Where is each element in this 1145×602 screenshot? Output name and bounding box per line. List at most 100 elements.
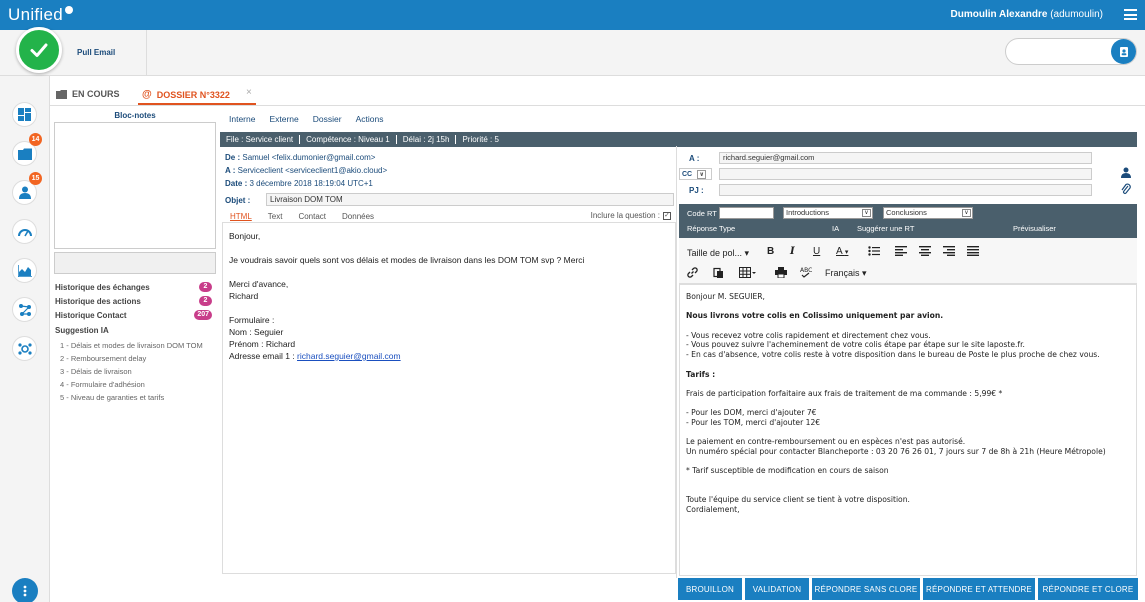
suggest-rt-button[interactable]: Suggérer une RT <box>857 224 914 233</box>
reply-line: - Vous pouvez suivre l'acheminement de v… <box>686 340 1025 350</box>
message-panel: Interne Externe Dossier Actions De : Sam… <box>222 106 677 602</box>
sidebar: 14 15 <box>0 76 50 602</box>
settings-network-icon[interactable] <box>12 336 37 361</box>
search-input[interactable] <box>1005 38 1137 65</box>
code-rt-label: Code RT <box>687 209 717 218</box>
count-badge: 2 <box>199 296 212 306</box>
reply-line: Le paiement en contre-remboursement ou e… <box>686 437 966 447</box>
chart-icon[interactable] <box>12 258 37 283</box>
subtab-dossier[interactable]: Dossier <box>313 114 342 124</box>
body-line <box>229 243 669 255</box>
subject-field[interactable]: Livraison DOM TOM <box>266 193 674 206</box>
font-color-button[interactable]: A ▾ <box>836 246 848 257</box>
subtab-externe[interactable]: Externe <box>269 114 298 124</box>
response-type-label[interactable]: Réponse Type <box>687 224 735 233</box>
history-actions[interactable]: Historique des actions 2 <box>55 296 215 306</box>
subtab-interne[interactable]: Interne <box>229 114 255 124</box>
user-name[interactable]: Dumoulin Alexandre (adumoulin) <box>951 9 1103 20</box>
reply-and-close-button[interactable]: RÉPONDRE ET CLORE <box>1038 578 1138 600</box>
status-check-icon[interactable] <box>16 27 62 73</box>
svg-text:ABC: ABC <box>800 267 812 274</box>
reply-line <box>686 476 1130 486</box>
reply-line <box>686 399 1130 409</box>
contact-book-icon[interactable] <box>1111 39 1136 64</box>
reply-and-wait-button[interactable]: RÉPONDRE ET ATTENDRE <box>923 578 1035 600</box>
email-link[interactable]: richard.seguier@gmail.com <box>297 351 401 361</box>
reply-line <box>686 428 1130 438</box>
font-size-select[interactable]: Taille de pol... ▾ <box>687 248 749 259</box>
menu-icon[interactable] <box>1124 9 1137 20</box>
cc-select[interactable]: CC ∨ <box>679 168 712 180</box>
underline-button[interactable]: U <box>813 246 820 257</box>
reply-line: * Tarif susceptible de modification en c… <box>686 466 889 476</box>
notes-resize-field[interactable] <box>54 252 216 274</box>
notes-textarea[interactable] <box>54 122 216 249</box>
tab-text[interactable]: Text <box>268 212 283 221</box>
chevron-down-icon: ∨ <box>697 169 707 179</box>
gauge-icon[interactable] <box>12 219 37 244</box>
suggestion-item[interactable]: 5 - Niveau de garanties et tarifs <box>60 393 164 402</box>
conclusions-select[interactable]: Conclusions ∨ <box>883 207 973 219</box>
include-question[interactable]: Inclure la question : ✓ <box>591 211 671 220</box>
more-options-icon[interactable] <box>12 578 38 602</box>
draft-button[interactable]: BROUILLON <box>678 578 742 600</box>
person-badge: 15 <box>29 172 42 185</box>
code-rt-input[interactable] <box>719 207 774 219</box>
tab-donnees[interactable]: Données <box>342 212 374 221</box>
network-icon[interactable] <box>12 297 37 322</box>
date-row: Date : 3 décembre 2018 18:19:04 UTC+1 <box>225 179 373 188</box>
history-exchanges[interactable]: Historique des échanges 2 <box>55 282 215 292</box>
pull-email-button[interactable]: Pull Email <box>77 48 115 57</box>
italic-button[interactable]: I <box>790 246 795 257</box>
history-contact[interactable]: Historique Contact 207 <box>55 310 215 320</box>
suggestion-item[interactable]: 1 - Délais et modes de livraison DOM TOM <box>60 341 203 350</box>
add-contact-icon[interactable] <box>1121 167 1131 181</box>
divider <box>146 30 147 76</box>
paste-icon[interactable] <box>713 267 724 281</box>
preview-button[interactable]: Prévisualiser <box>1013 224 1056 233</box>
editor-toolbar: Taille de pol... ▾ B I U A ▾ ABC Françai… <box>679 238 1137 284</box>
justify-icon[interactable] <box>967 246 979 259</box>
tab-en-cours[interactable]: EN COURS <box>56 89 120 99</box>
include-checkbox[interactable]: ✓ <box>663 211 671 220</box>
info-priorite: Priorité : 5 <box>462 135 499 144</box>
validation-button[interactable]: VALIDATION <box>745 578 809 600</box>
align-right-icon[interactable] <box>943 246 955 259</box>
reply-line: - Pour les DOM, merci d'ajouter 7€ <box>686 408 817 418</box>
body-line: Bonjour, <box>229 231 261 241</box>
language-select[interactable]: Français ▾ <box>825 268 867 279</box>
paperclip-icon[interactable] <box>1121 183 1131 198</box>
tab-html[interactable]: HTML <box>230 212 252 221</box>
suggestion-item[interactable]: 3 - Délais de livraison <box>60 367 132 376</box>
reply-line: Tarifs : <box>686 369 716 379</box>
reply-without-closing-button[interactable]: RÉPONDRE SANS CLORE <box>812 578 920 600</box>
message-body: Bonjour, Je voudrais savoir quels sont v… <box>222 222 676 574</box>
align-center-icon[interactable] <box>919 246 931 259</box>
body-line: Je voudrais savoir quels sont vos délais… <box>229 255 585 265</box>
subject-label: Objet : <box>225 196 251 205</box>
dashboard-icon[interactable] <box>12 102 37 127</box>
body-line: Richard <box>229 291 259 301</box>
close-icon[interactable]: × <box>246 87 252 98</box>
app-logo[interactable]: Unified <box>8 5 74 25</box>
link-icon[interactable] <box>687 267 698 281</box>
suggestion-item[interactable]: 2 - Remboursement delay <box>60 354 146 363</box>
cc-field[interactable] <box>719 168 1092 180</box>
subtab-actions[interactable]: Actions <box>356 114 384 124</box>
introductions-select[interactable]: Introductions ∨ <box>783 207 873 219</box>
suggestion-item[interactable]: 4 - Formulaire d'adhésion <box>60 380 145 389</box>
print-icon[interactable] <box>775 267 787 281</box>
ia-label[interactable]: IA <box>832 224 839 233</box>
reply-to-field[interactable]: richard.seguier@gmail.com <box>719 152 1092 164</box>
table-icon[interactable] <box>739 267 757 281</box>
spellcheck-icon[interactable]: ABC <box>800 266 812 280</box>
align-left-icon[interactable] <box>895 246 907 259</box>
tab-dossier[interactable]: @ DOSSIER N°3322 <box>142 89 230 100</box>
bold-button[interactable]: B <box>767 246 774 257</box>
list-icon[interactable] <box>868 246 880 259</box>
column-divider <box>676 146 677 578</box>
folder-icon <box>56 89 67 99</box>
tab-contact[interactable]: Contact <box>298 212 326 221</box>
reply-body[interactable]: Bonjour M. SEGUIER, Nous livrons votre co… <box>679 284 1137 576</box>
attachment-field[interactable] <box>719 184 1092 196</box>
